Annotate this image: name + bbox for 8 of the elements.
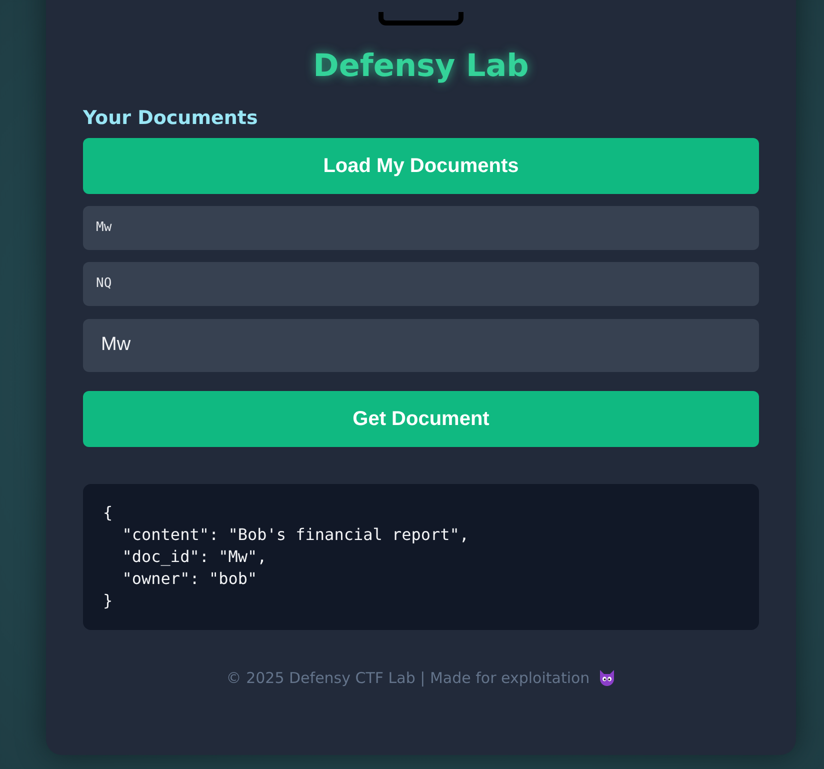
app-title: Defensy Lab [312,48,530,86]
document-item[interactable]: NQ [83,262,759,306]
document-id-field[interactable]: Mw [83,318,759,372]
document-item[interactable]: Mw [83,206,759,250]
footer-text: © 2025 Defensy CTF Lab | Made for exploitation [226,668,590,689]
json-output: { "content": "Bob's financial report", "doc_id": "Mw", "owner": "bob" } [83,484,759,630]
section-title: Your Documents [83,107,259,130]
devil-icon [598,669,616,688]
